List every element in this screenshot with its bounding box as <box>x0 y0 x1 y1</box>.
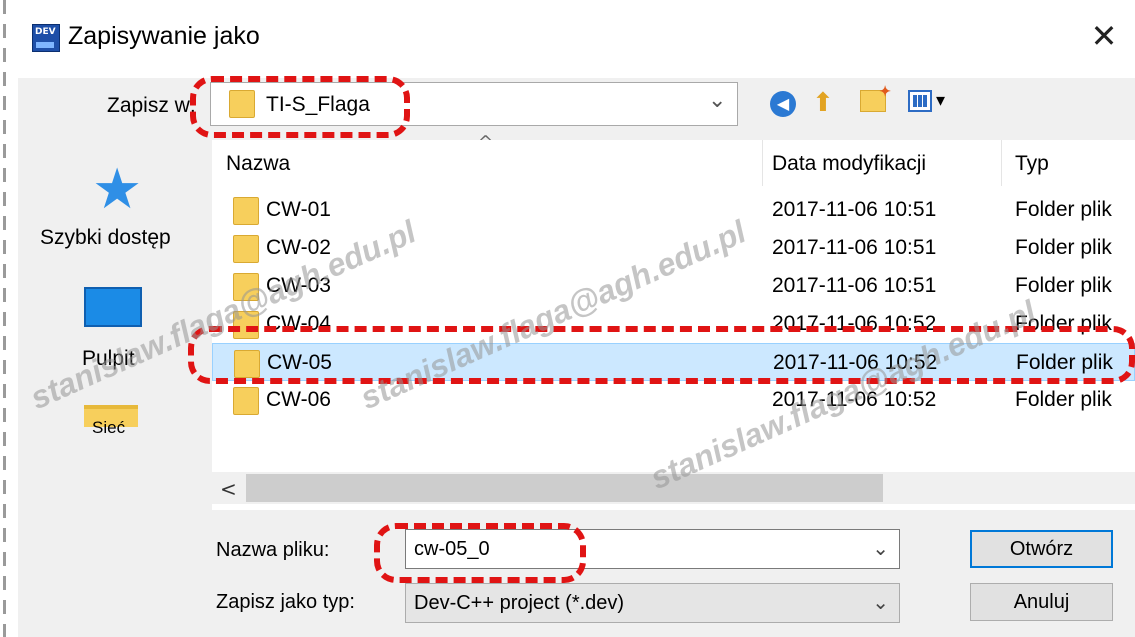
devcpp-app-icon: DEV <box>32 24 60 52</box>
places-item-quick-access[interactable]: Szybki dostęp <box>40 226 171 250</box>
file-date: 2017-11-06 10:51 <box>772 274 937 297</box>
file-type: Folder plik <box>1015 274 1112 297</box>
file-type: Folder plik <box>1015 388 1112 411</box>
app-icon-text: DEV <box>35 27 56 37</box>
column-header-date[interactable]: Data modyfikacji <box>772 152 926 176</box>
chevron-down-icon[interactable]: ⌄ <box>872 590 889 614</box>
file-name: CW-01 <box>266 198 331 221</box>
file-type: Folder plik <box>1015 236 1112 259</box>
save-as-type-label: Zapisz jako typ: <box>216 591 355 613</box>
folder-icon <box>233 197 259 225</box>
callout-save-in <box>190 76 410 138</box>
column-header-name[interactable]: Nazwa <box>226 152 290 176</box>
close-icon[interactable]: ✕ <box>1086 18 1122 54</box>
column-divider[interactable] <box>1001 140 1002 186</box>
up-folder-icon[interactable]: ⬆ <box>812 88 834 118</box>
chevron-down-icon[interactable]: ⌄ <box>708 88 726 113</box>
chevron-down-icon[interactable]: ⌄ <box>872 536 889 560</box>
desktop-icon[interactable] <box>84 287 142 327</box>
quick-access-star-icon[interactable]: ★ <box>92 160 142 220</box>
window-title: Zapisywanie jako <box>68 22 260 50</box>
callout-file-name <box>374 523 586 583</box>
view-menu-dropdown-icon[interactable]: ▾ <box>936 90 945 111</box>
save-as-type-value: Dev-C++ project (*.dev) <box>414 592 625 614</box>
file-name-label: Nazwa pliku: <box>216 539 330 561</box>
save-in-label: Zapisz w: <box>107 94 196 117</box>
cancel-button[interactable]: Anuluj <box>970 583 1113 621</box>
column-divider[interactable] <box>762 140 763 186</box>
places-item-network[interactable]: Sieć <box>92 418 125 438</box>
new-folder-icon[interactable]: ✦ <box>860 83 891 112</box>
file-date: 2017-11-06 10:51 <box>772 198 937 221</box>
view-menu-icon[interactable] <box>908 90 932 112</box>
scrollbar-thumb[interactable] <box>246 474 883 502</box>
file-row[interactable]: CW-01 2017-11-06 10:51 Folder plik <box>212 191 1135 229</box>
scroll-left-arrow-icon[interactable]: < <box>220 477 237 501</box>
file-type: Folder plik <box>1015 198 1112 221</box>
back-arrow-icon[interactable]: ◀ <box>770 91 796 117</box>
folder-icon <box>233 235 259 263</box>
file-date: 2017-11-06 10:51 <box>772 236 937 259</box>
save-as-type-select[interactable]: Dev-C++ project (*.dev) ⌄ <box>405 583 900 623</box>
dashed-frame-edge <box>0 0 9 637</box>
file-row[interactable]: CW-06 2017-11-06 10:52 Folder plik <box>212 381 1135 419</box>
folder-icon <box>233 387 259 415</box>
sort-ascending-icon: ^ <box>478 132 494 153</box>
file-name: CW-06 <box>266 388 331 411</box>
column-header-type[interactable]: Typ <box>1015 152 1049 176</box>
open-button[interactable]: Otwórz <box>970 530 1113 568</box>
